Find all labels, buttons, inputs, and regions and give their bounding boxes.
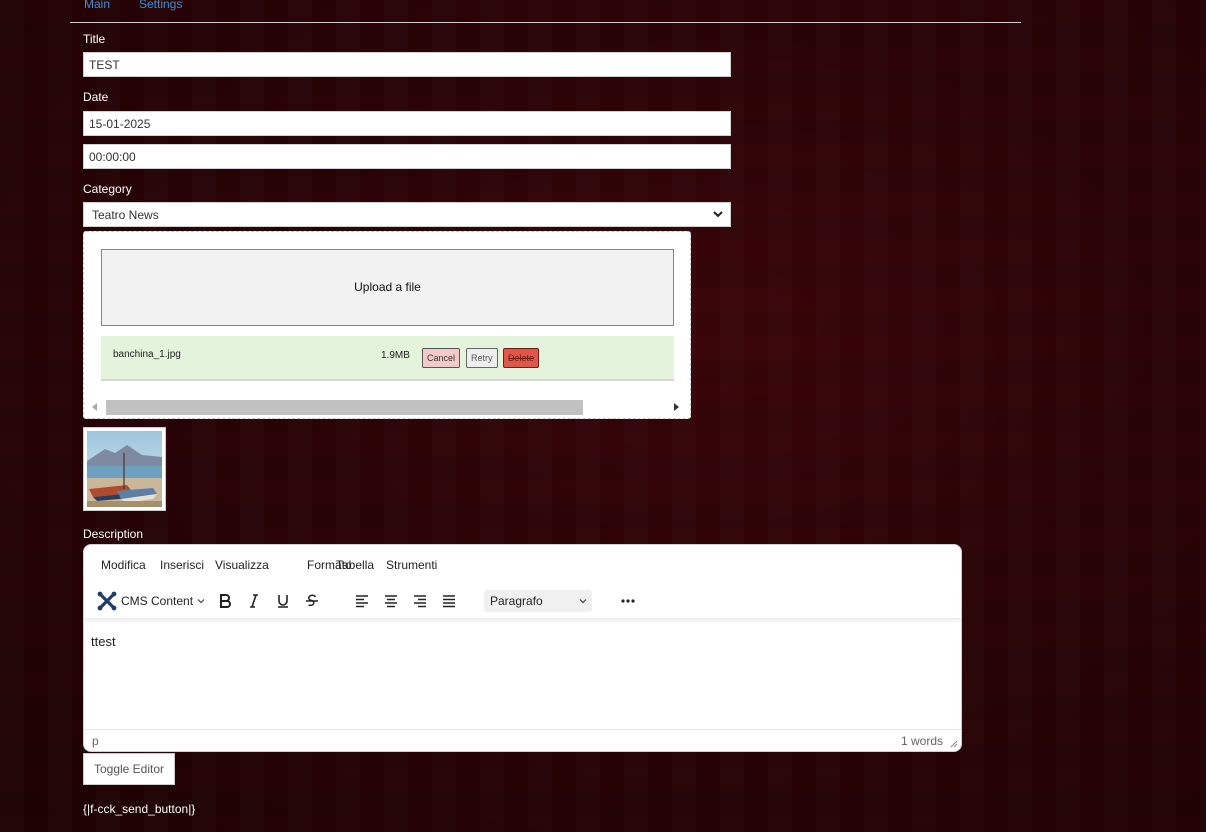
align-justify-button[interactable]	[441, 590, 457, 612]
align-left-button[interactable]	[354, 590, 370, 612]
strikethrough-button[interactable]	[304, 590, 320, 612]
word-count: 1 words	[900, 734, 943, 748]
cms-content-label: CMS Content	[121, 594, 194, 608]
horizontal-scrollbar[interactable]	[87, 399, 687, 416]
file-size: 1.9MB	[381, 350, 410, 361]
bold-icon	[220, 594, 231, 608]
title-label: Title	[83, 32, 106, 46]
menu-inserisci[interactable]: Inserisci	[160, 558, 204, 572]
boat-painting-image	[87, 431, 162, 507]
scrollbar-thumb[interactable]	[106, 400, 583, 415]
align-right-icon	[414, 595, 426, 608]
uploaded-file-row: banchina_1.jpg 1.9MB Cancel Retry Delete	[101, 336, 674, 381]
cms-content-button[interactable]: CMS Content	[96, 590, 206, 612]
block-format-value: Paragrafo	[490, 594, 543, 608]
category-label: Category	[83, 182, 132, 196]
send-button-placeholder: {|f-cck_send_button|}	[83, 802, 196, 816]
file-uploader: Upload a file banchina_1.jpg 1.9MB Cance…	[83, 231, 691, 419]
upload-dropzone[interactable]: Upload a file	[101, 249, 674, 326]
chevron-down-icon	[579, 599, 587, 604]
italic-button[interactable]	[246, 590, 262, 612]
toggle-editor-button[interactable]: Toggle Editor	[83, 753, 175, 785]
element-path[interactable]: p	[92, 734, 99, 748]
editor-menubar: Modifica Inserisci Visualizza Formato Ta…	[84, 545, 961, 583]
align-justify-icon	[443, 595, 455, 608]
editor-content-area[interactable]: ttest	[91, 634, 116, 649]
more-options-button[interactable]	[620, 590, 636, 612]
menu-strumenti[interactable]: Strumenti	[386, 558, 437, 572]
editor-statusbar: p 1 words	[84, 729, 961, 751]
underline-icon	[278, 595, 288, 608]
underline-button[interactable]	[275, 590, 291, 612]
bold-button[interactable]	[217, 590, 233, 612]
image-thumbnail[interactable]	[83, 427, 166, 511]
tab-bar: Main Settings	[70, 0, 1021, 23]
scroll-right-icon[interactable]	[674, 403, 679, 411]
strikethrough-icon	[306, 594, 318, 607]
category-selected-value: Teatro News	[92, 208, 159, 222]
more-horizontal-icon	[621, 599, 635, 603]
time-input[interactable]: 00:00:00	[83, 144, 731, 169]
menu-visualizza[interactable]: Visualizza	[215, 558, 269, 572]
align-center-button[interactable]	[383, 590, 399, 612]
retry-upload-button[interactable]: Retry	[466, 348, 498, 368]
rich-text-editor: Modifica Inserisci Visualizza Formato Ta…	[83, 544, 962, 752]
joomla-logo-icon	[97, 591, 117, 611]
delete-file-button[interactable]: Delete	[503, 348, 540, 368]
tab-main[interactable]: Main	[84, 0, 110, 11]
date-input[interactable]: 15-01-2025	[83, 111, 731, 136]
category-select[interactable]: Teatro News	[83, 202, 731, 227]
title-input[interactable]: TEST	[83, 52, 731, 77]
italic-icon	[250, 594, 258, 608]
align-center-icon	[385, 595, 397, 608]
file-name: banchina_1.jpg	[113, 349, 181, 360]
description-label: Description	[83, 527, 144, 541]
date-label: Date	[83, 90, 109, 104]
editor-toolbar: CMS Content Paragrafo	[84, 583, 961, 619]
tab-settings[interactable]: Settings	[139, 0, 182, 11]
resize-handle-icon[interactable]	[950, 740, 958, 748]
menu-tabella[interactable]: Tabella	[336, 558, 374, 572]
align-left-icon	[356, 595, 368, 608]
align-right-button[interactable]	[412, 590, 428, 612]
block-format-select[interactable]: Paragrafo	[484, 590, 592, 612]
cancel-upload-button[interactable]: Cancel	[422, 348, 461, 368]
scroll-left-icon[interactable]	[92, 403, 97, 411]
chevron-down-icon	[197, 599, 205, 604]
menu-modifica[interactable]: Modifica	[101, 558, 146, 572]
chevron-down-icon	[713, 211, 723, 218]
